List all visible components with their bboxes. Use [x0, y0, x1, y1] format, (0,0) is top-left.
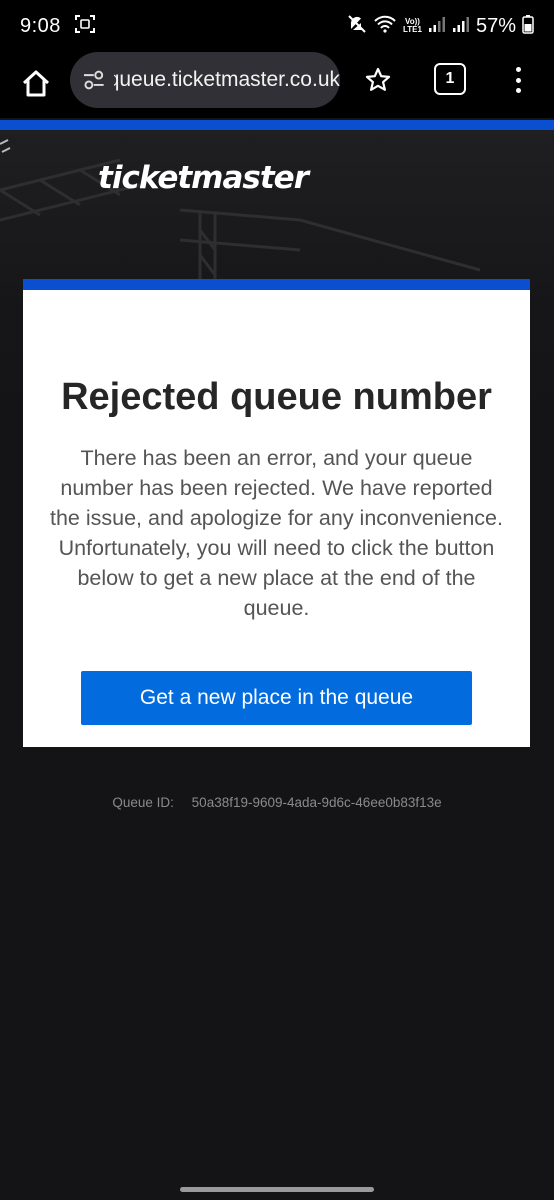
header-stripe — [0, 120, 554, 130]
clock: 9:08 — [20, 14, 61, 37]
signal-icon — [428, 15, 446, 38]
queue-id-label: Queue ID: — [112, 795, 174, 810]
home-button[interactable] — [16, 64, 56, 104]
volte-indicator: Vo)) LTE1 — [403, 18, 422, 34]
page-title: Rejected queue number — [61, 376, 492, 418]
mute-icon — [347, 14, 367, 39]
url-text: queue.ticketmaster.co.uk — [113, 68, 340, 91]
signal-icon-secondary — [452, 15, 470, 38]
new-queue-place-button[interactable]: Get a new place in the queue — [81, 671, 472, 725]
site-settings-icon[interactable] — [82, 69, 106, 91]
menu-dot-icon — [515, 88, 521, 93]
menu-dot-icon — [515, 77, 521, 83]
screenshot-icon — [74, 14, 95, 38]
card-accent-bar — [23, 279, 530, 290]
status-bar: 9:08 Vo)) LTE1 57% — [0, 0, 554, 52]
browser-menu-button[interactable] — [508, 64, 528, 96]
wifi-icon — [373, 14, 397, 39]
menu-dot-icon — [515, 67, 521, 72]
tab-switcher-button[interactable]: 1 — [434, 63, 466, 95]
error-message: There has been an error, and your queue … — [49, 446, 503, 620]
battery-icon — [522, 14, 534, 39]
browser-toolbar: queue.ticketmaster.co.uk 1 — [0, 52, 554, 118]
bookmark-button[interactable] — [360, 62, 396, 98]
gesture-nav-handle[interactable] — [180, 1187, 374, 1192]
home-icon — [22, 70, 50, 97]
volte-bottom-label: LTE1 — [403, 25, 422, 34]
error-card: Rejected queue number There has been an … — [23, 279, 530, 747]
battery-percentage: 57% — [475, 14, 516, 37]
queue-id-value: 50a38f19-9609-4ada-9d6c-46ee0b83f13e — [191, 795, 442, 810]
star-icon — [365, 67, 391, 91]
queue-id-footer: Queue ID: 50a38f19-9609-4ada-9d6c-46ee0b… — [0, 795, 554, 810]
address-bar[interactable]: queue.ticketmaster.co.uk — [70, 52, 340, 108]
ticketmaster-logo[interactable]: ticketmaster — [98, 160, 309, 196]
